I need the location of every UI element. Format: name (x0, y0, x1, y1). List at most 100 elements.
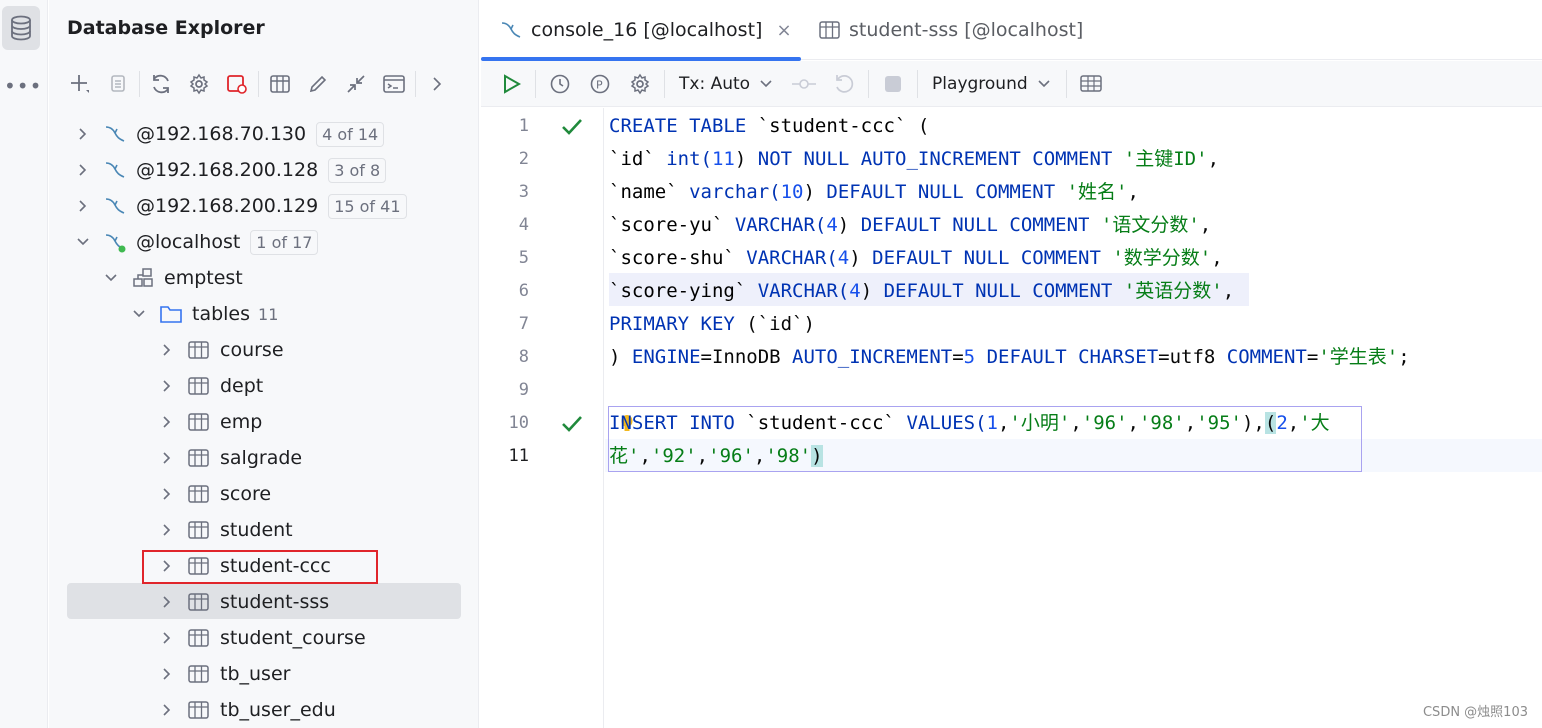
tree-connection[interactable]: @localhost 1 of 17 (73, 225, 319, 259)
tree-folder-tables[interactable]: tables 11 (129, 297, 278, 331)
tree-table-student-sss[interactable]: student-sss (157, 585, 329, 619)
chevron-right-icon[interactable] (157, 340, 177, 360)
code-line[interactable]: INSERT INTO `student-ccc` VALUES(1,'小明',… (609, 407, 1330, 440)
code-token: VARCHAR( (723, 214, 827, 236)
explorer-toolbar (61, 66, 456, 102)
tree-connection[interactable]: @192.168.200.128 3 of 8 (73, 153, 387, 187)
mysql-icon (499, 19, 523, 41)
code-token: '98' (765, 445, 812, 467)
database-tool-button[interactable] (2, 6, 40, 50)
code-token: =utf8 (1158, 346, 1227, 368)
chevron-right-icon[interactable] (157, 448, 177, 468)
code-token: `student-ccc` (757, 115, 907, 137)
tree-table-score[interactable]: score (157, 477, 271, 511)
rollback-icon[interactable] (824, 64, 864, 104)
chevron-right-icon[interactable] (157, 520, 177, 540)
tree-table-course[interactable]: course (157, 333, 284, 367)
code-line[interactable]: ) ENGINE=InnoDB AUTO_INCREMENT=5 DEFAULT… (609, 341, 1410, 374)
toolbar-divider (415, 71, 416, 97)
chevron-right-icon[interactable] (157, 412, 177, 432)
tree-table-salgrade[interactable]: salgrade (157, 441, 302, 475)
parameters-icon[interactable]: P (580, 64, 620, 104)
line-number: 10 (508, 413, 529, 433)
chevron-down-icon[interactable] (129, 304, 149, 324)
chevron-down-icon (1038, 79, 1050, 87)
close-icon[interactable]: × (776, 20, 791, 41)
settings-icon[interactable] (180, 66, 218, 102)
chevron-right-icon[interactable] (73, 160, 93, 180)
line-number: 3 (518, 182, 529, 202)
code-token: 4 (837, 247, 850, 269)
more-tools-icon[interactable]: ••• (4, 76, 42, 96)
tab-console[interactable]: console_16 [@localhost] × (481, 0, 801, 61)
chevron-right-icon[interactable] (73, 124, 93, 144)
copy-icon[interactable] (99, 66, 137, 102)
table-icon[interactable] (261, 66, 299, 102)
toolbar-divider (258, 71, 259, 97)
code-token: 5 (963, 346, 976, 368)
chevron-right-icon[interactable] (73, 196, 93, 216)
tab-student-sss[interactable]: student-sss [@localhost] (819, 0, 1083, 60)
chevron-right-icon[interactable] (157, 628, 177, 648)
code-token: 2 (1276, 412, 1288, 434)
tree-table-student_course[interactable]: student_course (157, 621, 366, 655)
badge: 3 of 8 (328, 157, 387, 183)
add-icon[interactable] (61, 66, 99, 102)
run-icon[interactable] (491, 64, 531, 104)
code-line[interactable]: `score-yu` VARCHAR(4) DEFAULT NULL COMME… (609, 209, 1211, 242)
jump-icon[interactable] (337, 66, 375, 102)
tree-connection[interactable]: @192.168.200.129 15 of 41 (73, 189, 407, 223)
code-line[interactable]: 花','92','96','98') (609, 440, 823, 473)
code-token: DEFAULT NULL COMMENT (860, 214, 1101, 236)
disconnect-icon[interactable] (218, 66, 256, 102)
chevron-down-icon[interactable] (73, 232, 93, 252)
code-line[interactable]: PRIMARY KEY (`id`) (609, 308, 815, 341)
code-token: DEFAULT NULL COMMENT (883, 280, 1124, 302)
code-line[interactable]: `id` int(11) NOT NULL AUTO_INCREMENT COM… (609, 143, 1219, 176)
table-label: score (220, 483, 272, 505)
tree-schema[interactable]: emptest (101, 261, 243, 295)
console-icon[interactable] (375, 66, 413, 102)
code-line[interactable]: `name` varchar(10) DEFAULT NULL COMMENT … (609, 176, 1139, 209)
tree-table-tb_user[interactable]: tb_user (157, 657, 290, 691)
tree-table-student-ccc[interactable]: student-ccc (157, 549, 331, 583)
playground-dropdown[interactable]: Playground (922, 74, 1062, 94)
badge: 4 of 14 (316, 121, 385, 147)
table-label: student (220, 519, 293, 541)
code-token: 10 (780, 181, 804, 203)
chevron-right-icon[interactable] (157, 700, 177, 720)
edit-icon[interactable] (299, 66, 337, 102)
code-token: COMMENT (1226, 346, 1307, 368)
tree-table-dept[interactable]: dept (157, 369, 263, 403)
chevron-down-icon[interactable] (101, 268, 121, 288)
history-icon[interactable] (540, 64, 580, 104)
code-token: '姓名' (1066, 181, 1128, 203)
code-line[interactable]: `score-shu` VARCHAR(4) DEFAULT NULL COMM… (609, 242, 1223, 275)
stop-icon[interactable] (873, 64, 913, 104)
commit-icon[interactable] (784, 64, 824, 104)
tree-table-tb_user_edu[interactable]: tb_user_edu (157, 693, 336, 727)
code-token: , (1127, 181, 1139, 203)
chevron-right-icon[interactable] (157, 664, 177, 684)
grid-icon[interactable] (1071, 64, 1111, 104)
tree-table-emp[interactable]: emp (157, 405, 262, 439)
code-token: ) (734, 148, 758, 170)
toolbar-divider (139, 71, 140, 97)
settings-icon[interactable] (620, 64, 660, 104)
tree-table-student[interactable]: student (157, 513, 293, 547)
chevron-right-icon[interactable] (157, 592, 177, 612)
code-token: ), (1241, 412, 1265, 434)
code-editor[interactable]: CREATE TABLE `student-ccc` (`id` int(11)… (605, 108, 1542, 728)
chevron-right-icon[interactable] (157, 484, 177, 504)
more-icon[interactable] (418, 66, 456, 102)
code-token: '96' (708, 445, 754, 467)
code-token: ) (803, 181, 827, 203)
tx-mode-dropdown[interactable]: Tx: Auto (669, 74, 784, 94)
code-line[interactable]: `score-ying` VARCHAR(4) DEFAULT NULL COM… (609, 275, 1234, 308)
code-line[interactable]: CREATE TABLE `student-ccc` ( (609, 110, 929, 143)
refresh-icon[interactable] (142, 66, 180, 102)
chevron-right-icon[interactable] (157, 556, 177, 576)
tree-connection[interactable]: @192.168.70.130 4 of 14 (73, 117, 385, 151)
chevron-right-icon[interactable] (157, 376, 177, 396)
table-label: tb_user_edu (220, 699, 336, 721)
